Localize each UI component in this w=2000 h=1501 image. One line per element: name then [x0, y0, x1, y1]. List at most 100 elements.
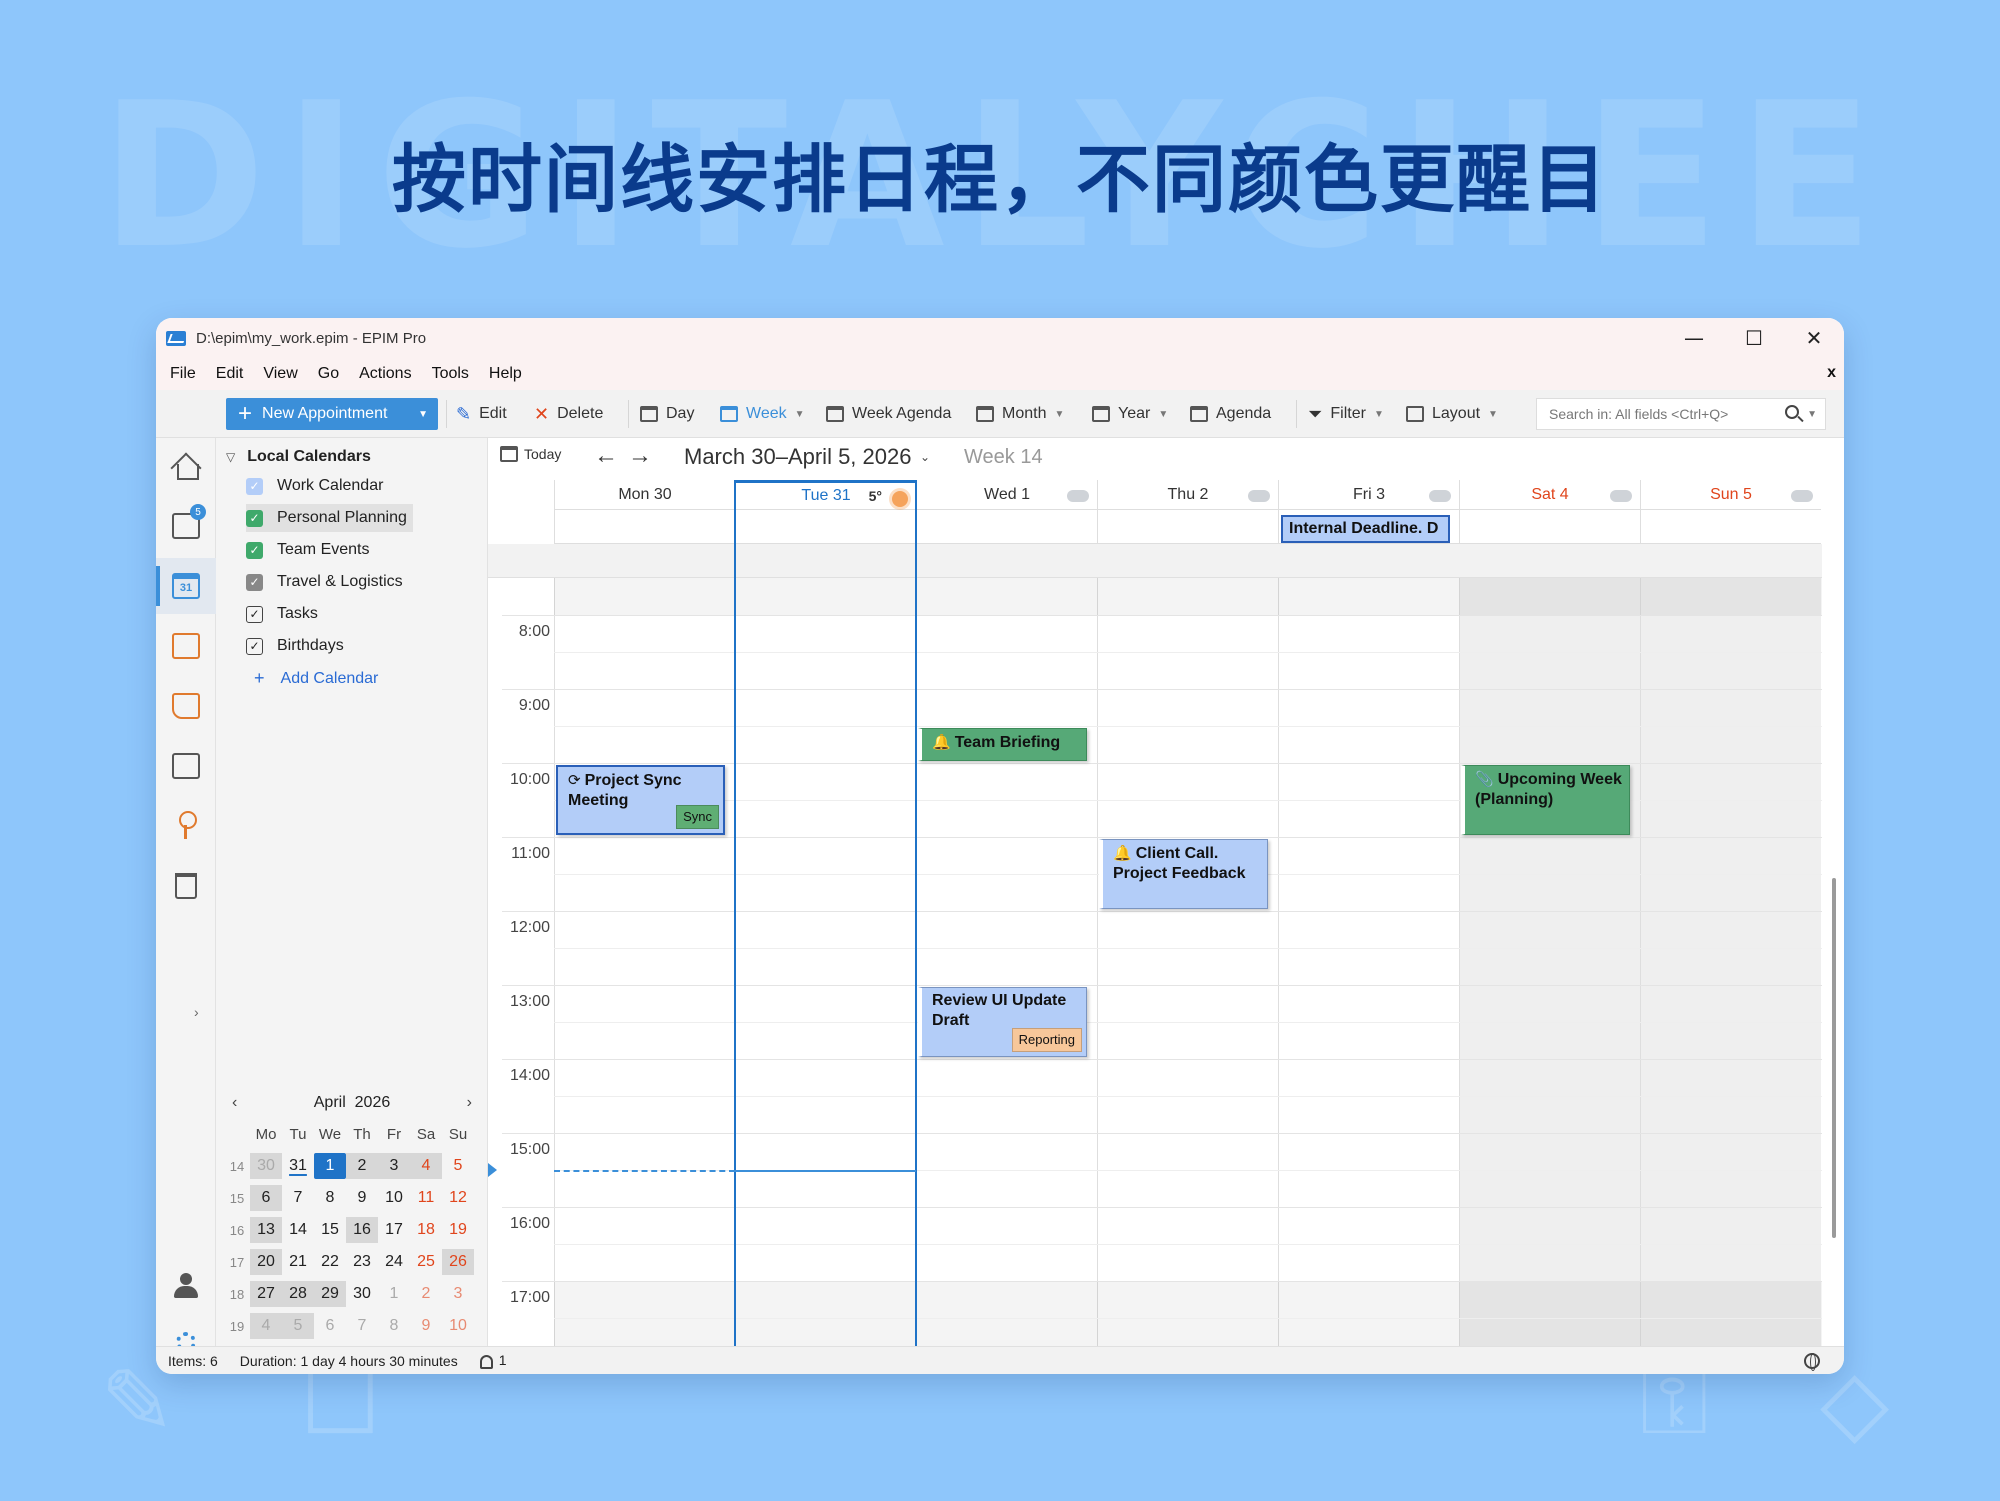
nav-calendar[interactable]: 31: [156, 558, 216, 614]
search-input[interactable]: Search in: All fields <Ctrl+Q> ▼: [1536, 398, 1826, 430]
year-view-button[interactable]: Year ▼: [1092, 398, 1168, 430]
mini-day[interactable]: 3: [442, 1281, 474, 1307]
chevron-down-icon[interactable]: ▼: [1807, 409, 1817, 420]
day-column[interactable]: [1278, 578, 1459, 1346]
today-button[interactable]: Today: [500, 446, 561, 462]
mini-day[interactable]: 30: [346, 1281, 378, 1307]
calendar-item-personal[interactable]: ✓ Personal Planning: [246, 504, 413, 532]
allday-cell[interactable]: [1097, 510, 1278, 544]
minimize-button[interactable]: —: [1664, 318, 1724, 358]
mini-day[interactable]: 25: [410, 1249, 442, 1275]
mini-day[interactable]: 21: [282, 1249, 314, 1275]
allday-cell[interactable]: [1459, 510, 1640, 544]
agenda-view-button[interactable]: Agenda: [1190, 398, 1271, 430]
mini-day[interactable]: 27: [250, 1281, 282, 1307]
mini-day[interactable]: 5: [442, 1153, 474, 1179]
filter-button[interactable]: ⏷ Filter ▼: [1308, 398, 1384, 430]
chevron-down-icon[interactable]: ▼: [418, 409, 428, 420]
mini-day[interactable]: 11: [410, 1185, 442, 1211]
calendar-item-team[interactable]: ✓ Team Events: [246, 536, 375, 564]
layout-button[interactable]: Layout ▼: [1406, 398, 1498, 430]
reminders-indicator[interactable]: 1: [479, 1352, 507, 1369]
menu-file[interactable]: File: [170, 365, 196, 383]
mini-day[interactable]: 1: [378, 1281, 410, 1307]
mini-day[interactable]: 5: [282, 1313, 314, 1339]
mini-day[interactable]: 17: [378, 1217, 410, 1243]
week-agenda-button[interactable]: Week Agenda: [826, 398, 951, 430]
mini-day[interactable]: 4: [250, 1313, 282, 1339]
mini-day[interactable]: 13: [250, 1217, 282, 1243]
vertical-scrollbar[interactable]: [1832, 878, 1836, 1238]
previous-week-arrow-icon[interactable]: ←: [594, 442, 618, 470]
mini-day[interactable]: 2: [346, 1153, 378, 1179]
edit-button[interactable]: ✎ Edit: [456, 398, 507, 430]
week-view-button[interactable]: Week ▼: [720, 398, 805, 430]
nav-trash[interactable]: [156, 858, 216, 914]
calendar-checkbox[interactable]: ✓: [246, 637, 263, 655]
maximize-button[interactable]: ☐: [1724, 318, 1784, 358]
day-column[interactable]: [1640, 578, 1821, 1346]
mini-day[interactable]: 8: [378, 1313, 410, 1339]
calendar-event[interactable]: 📎 Upcoming Week (Planning): [1461, 765, 1630, 835]
mini-day[interactable]: 14: [282, 1217, 314, 1243]
mini-day[interactable]: 12: [442, 1185, 474, 1211]
day-header[interactable]: Tue 31 5°: [735, 480, 916, 510]
nav-mail[interactable]: 5: [156, 498, 216, 554]
mini-day[interactable]: 2: [410, 1281, 442, 1307]
menu-go[interactable]: Go: [318, 365, 339, 383]
allday-cell[interactable]: [554, 510, 735, 544]
mini-day[interactable]: 10: [442, 1313, 474, 1339]
calendar-item-birthdays[interactable]: ✓ Birthdays: [246, 632, 350, 660]
add-calendar-link[interactable]: + Add Calendar: [254, 668, 378, 689]
mini-day[interactable]: 7: [346, 1313, 378, 1339]
mini-day[interactable]: 20: [250, 1249, 282, 1275]
menu-tools[interactable]: Tools: [432, 365, 469, 383]
mini-day-today[interactable]: 31: [282, 1153, 314, 1179]
day-header[interactable]: Sat 4: [1459, 480, 1640, 510]
date-range[interactable]: March 30–April 5, 2026: [684, 444, 911, 470]
calendar-item-travel[interactable]: ✓ Travel & Logistics: [246, 568, 409, 596]
calendar-checkbox[interactable]: ✓: [246, 573, 263, 591]
calendar-checkbox[interactable]: ✓: [246, 605, 263, 623]
local-calendars-header[interactable]: ▽ Local Calendars: [226, 448, 371, 466]
calendar-checkbox[interactable]: ✓: [246, 477, 263, 495]
next-week-arrow-icon[interactable]: →: [628, 442, 652, 470]
day-view-button[interactable]: Day: [640, 398, 694, 430]
day-column[interactable]: [1097, 578, 1278, 1346]
mini-day[interactable]: 26: [442, 1249, 474, 1275]
calendar-checkbox[interactable]: ✓: [246, 509, 263, 527]
allday-cell[interactable]: [1640, 510, 1821, 544]
globe-icon[interactable]: [1804, 1353, 1820, 1371]
day-header[interactable]: Wed 1: [916, 480, 1097, 510]
mini-day[interactable]: 6: [314, 1313, 346, 1339]
chevron-down-icon[interactable]: ⌄: [920, 450, 930, 464]
mini-day[interactable]: 18: [410, 1217, 442, 1243]
day-header[interactable]: Fri 3: [1278, 480, 1459, 510]
calendar-checkbox[interactable]: ✓: [246, 541, 263, 559]
menu-actions[interactable]: Actions: [359, 365, 411, 383]
mini-day[interactable]: 8: [314, 1185, 346, 1211]
close-button[interactable]: ✕: [1784, 318, 1844, 358]
day-header[interactable]: Sun 5: [1640, 480, 1821, 510]
mini-day[interactable]: 23: [346, 1249, 378, 1275]
mini-day[interactable]: 6: [250, 1185, 282, 1211]
mini-day[interactable]: 29: [314, 1281, 346, 1307]
allday-cell[interactable]: [916, 510, 1097, 544]
calendar-item-tasks[interactable]: ✓ Tasks: [246, 600, 324, 628]
day-header[interactable]: Mon 30: [554, 480, 735, 510]
mini-day[interactable]: 9: [346, 1185, 378, 1211]
search-icon[interactable]: [1785, 405, 1799, 419]
day-column[interactable]: [1459, 578, 1640, 1346]
new-appointment-button[interactable]: + New Appointment ▼: [226, 398, 438, 430]
expand-rail-chevron-icon[interactable]: ›: [194, 1004, 199, 1020]
nav-notes[interactable]: [156, 678, 216, 734]
allday-event[interactable]: Internal Deadline. D: [1281, 515, 1450, 543]
day-column[interactable]: [916, 578, 1097, 1346]
nav-tasks[interactable]: [156, 618, 216, 674]
allday-cell[interactable]: [735, 510, 916, 544]
day-header[interactable]: Thu 2: [1097, 480, 1278, 510]
mini-day[interactable]: 3: [378, 1153, 410, 1179]
delete-button[interactable]: ✕ Delete: [534, 398, 603, 430]
day-column[interactable]: [554, 578, 735, 1346]
nav-user[interactable]: [156, 1258, 216, 1314]
